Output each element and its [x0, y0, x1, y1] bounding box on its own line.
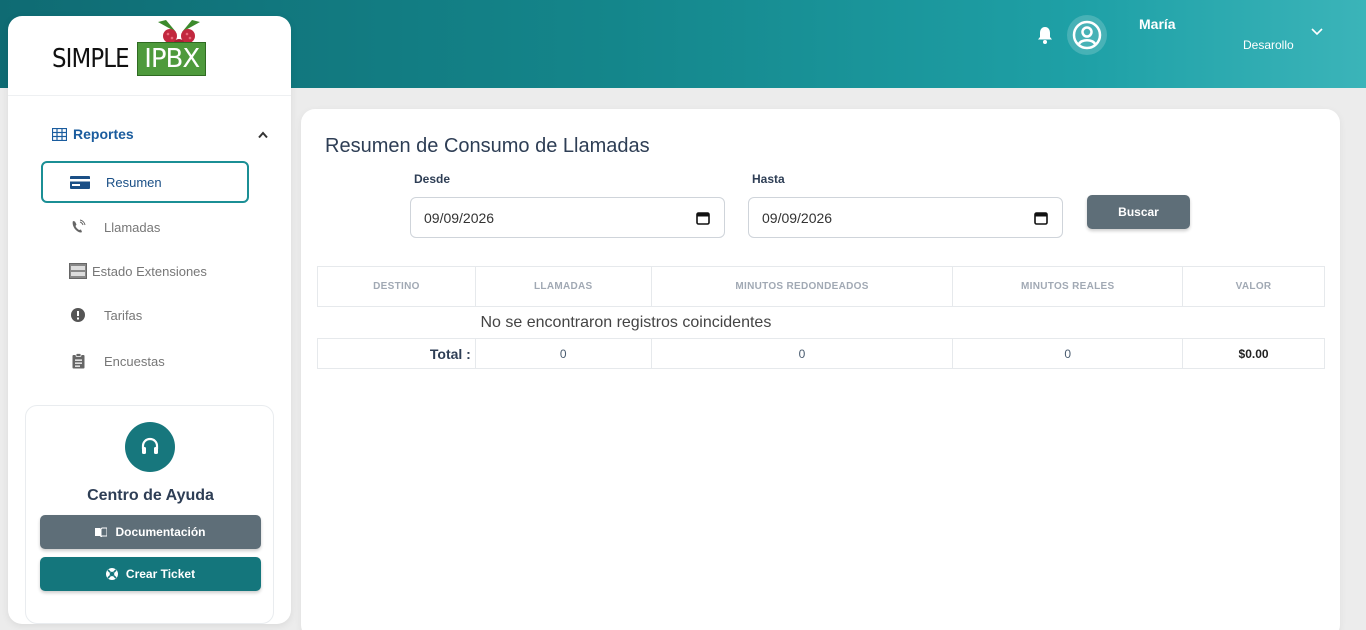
- logo-text-simple: SIMPLE: [52, 44, 130, 74]
- sidebar-item-encuestas[interactable]: Encuestas: [41, 340, 249, 382]
- sidebar: SIMPLE IPBX Reportes Resumen Llamadas Es…: [8, 16, 291, 624]
- documentation-button[interactable]: Documentación: [40, 515, 261, 549]
- sidebar-item-llamadas[interactable]: Llamadas: [41, 206, 249, 248]
- total-row: Total : 0 0 0 $0.00: [317, 338, 1325, 369]
- sidebar-item-resumen[interactable]: Resumen: [41, 161, 249, 203]
- table-header-row: DESTINO LLAMADAS MINUTOS REDONDEADOS MIN…: [317, 266, 1325, 307]
- sidebar-item-label: Encuestas: [104, 353, 165, 369]
- help-center-title: Centro de Ayuda: [87, 487, 214, 504]
- help-center-card: Centro de Ayuda Documentación Crear Tick…: [25, 405, 274, 624]
- total-minutos-reales: 0: [952, 338, 1184, 369]
- user-name[interactable]: María: [1139, 16, 1176, 32]
- credit-card-icon: [70, 174, 90, 190]
- total-llamadas: 0: [474, 338, 652, 369]
- table-grid-icon: [52, 127, 67, 141]
- book-icon: [95, 527, 108, 537]
- phone-icon: [68, 219, 88, 235]
- menu-section-label: Reportes: [73, 126, 134, 142]
- column-header-valor[interactable]: VALOR: [1182, 266, 1325, 307]
- create-ticket-button-label: Crear Ticket: [125, 567, 196, 581]
- create-ticket-button[interactable]: Crear Ticket: [40, 557, 261, 591]
- chevron-down-icon[interactable]: [1310, 27, 1324, 37]
- hasta-date-input[interactable]: 09/09/2026: [748, 197, 1063, 238]
- server-icon: [68, 263, 88, 279]
- sidebar-item-label: Resumen: [106, 174, 162, 190]
- desde-label: Desde: [414, 172, 451, 186]
- sidebar-item-label: Estado Extensiones: [92, 263, 207, 279]
- main-content-card: Resumen de Consumo de Llamadas Desde Has…: [301, 109, 1340, 630]
- column-header-destino[interactable]: DESTINO: [317, 266, 476, 307]
- calendar-icon[interactable]: [696, 211, 710, 225]
- headset-icon: [125, 422, 175, 472]
- sidebar-item-estado-extensiones[interactable]: Estado Extensiones: [41, 250, 249, 292]
- notification-bell-icon[interactable]: [1036, 25, 1054, 45]
- column-header-llamadas[interactable]: LLAMADAS: [474, 266, 652, 307]
- user-circle-icon: [1072, 20, 1102, 50]
- menu-section-reportes[interactable]: Reportes: [52, 126, 134, 142]
- documentation-button-label: Documentación: [115, 525, 206, 539]
- total-minutos-redondeados: 0: [650, 338, 954, 369]
- sidebar-item-tarifas[interactable]: Tarifas: [41, 294, 249, 336]
- column-header-minutos-redondeados[interactable]: MINUTOS REDONDEADOS: [650, 266, 954, 307]
- empty-message: No se encontraron registros coincidentes: [317, 306, 1325, 339]
- empty-row: No se encontraron registros coincidentes: [317, 306, 1325, 339]
- call-summary-table: DESTINO LLAMADAS MINUTOS REDONDEADOS MIN…: [317, 266, 1325, 369]
- page-title: Resumen de Consumo de Llamadas: [325, 135, 650, 157]
- sidebar-item-label: Tarifas: [104, 307, 143, 323]
- desde-date-input[interactable]: 09/09/2026: [410, 197, 725, 238]
- clipboard-icon: [68, 353, 88, 369]
- logo-text-ipbx: IPBX: [137, 42, 207, 76]
- column-header-minutos-reales[interactable]: MINUTOS REALES: [952, 266, 1184, 307]
- search-button[interactable]: Buscar: [1087, 195, 1190, 229]
- total-label: Total :: [317, 338, 476, 369]
- chevron-up-icon[interactable]: [257, 131, 269, 139]
- hasta-date-value: 09/09/2026: [762, 209, 833, 226]
- lifebuoy-icon: [105, 568, 118, 580]
- sidebar-item-label: Llamadas: [104, 219, 161, 235]
- logo-area: SIMPLE IPBX: [8, 16, 291, 96]
- desde-date-value: 09/09/2026: [424, 209, 495, 226]
- hasta-label: Hasta: [752, 172, 785, 186]
- alert-circle-icon: [68, 307, 88, 323]
- user-avatar[interactable]: [1067, 15, 1107, 55]
- user-role: Desarollo: [1243, 38, 1294, 52]
- calendar-icon[interactable]: [1034, 211, 1048, 225]
- total-valor: $0.00: [1182, 338, 1325, 369]
- simple-ipbx-logo[interactable]: SIMPLE IPBX: [52, 42, 207, 76]
